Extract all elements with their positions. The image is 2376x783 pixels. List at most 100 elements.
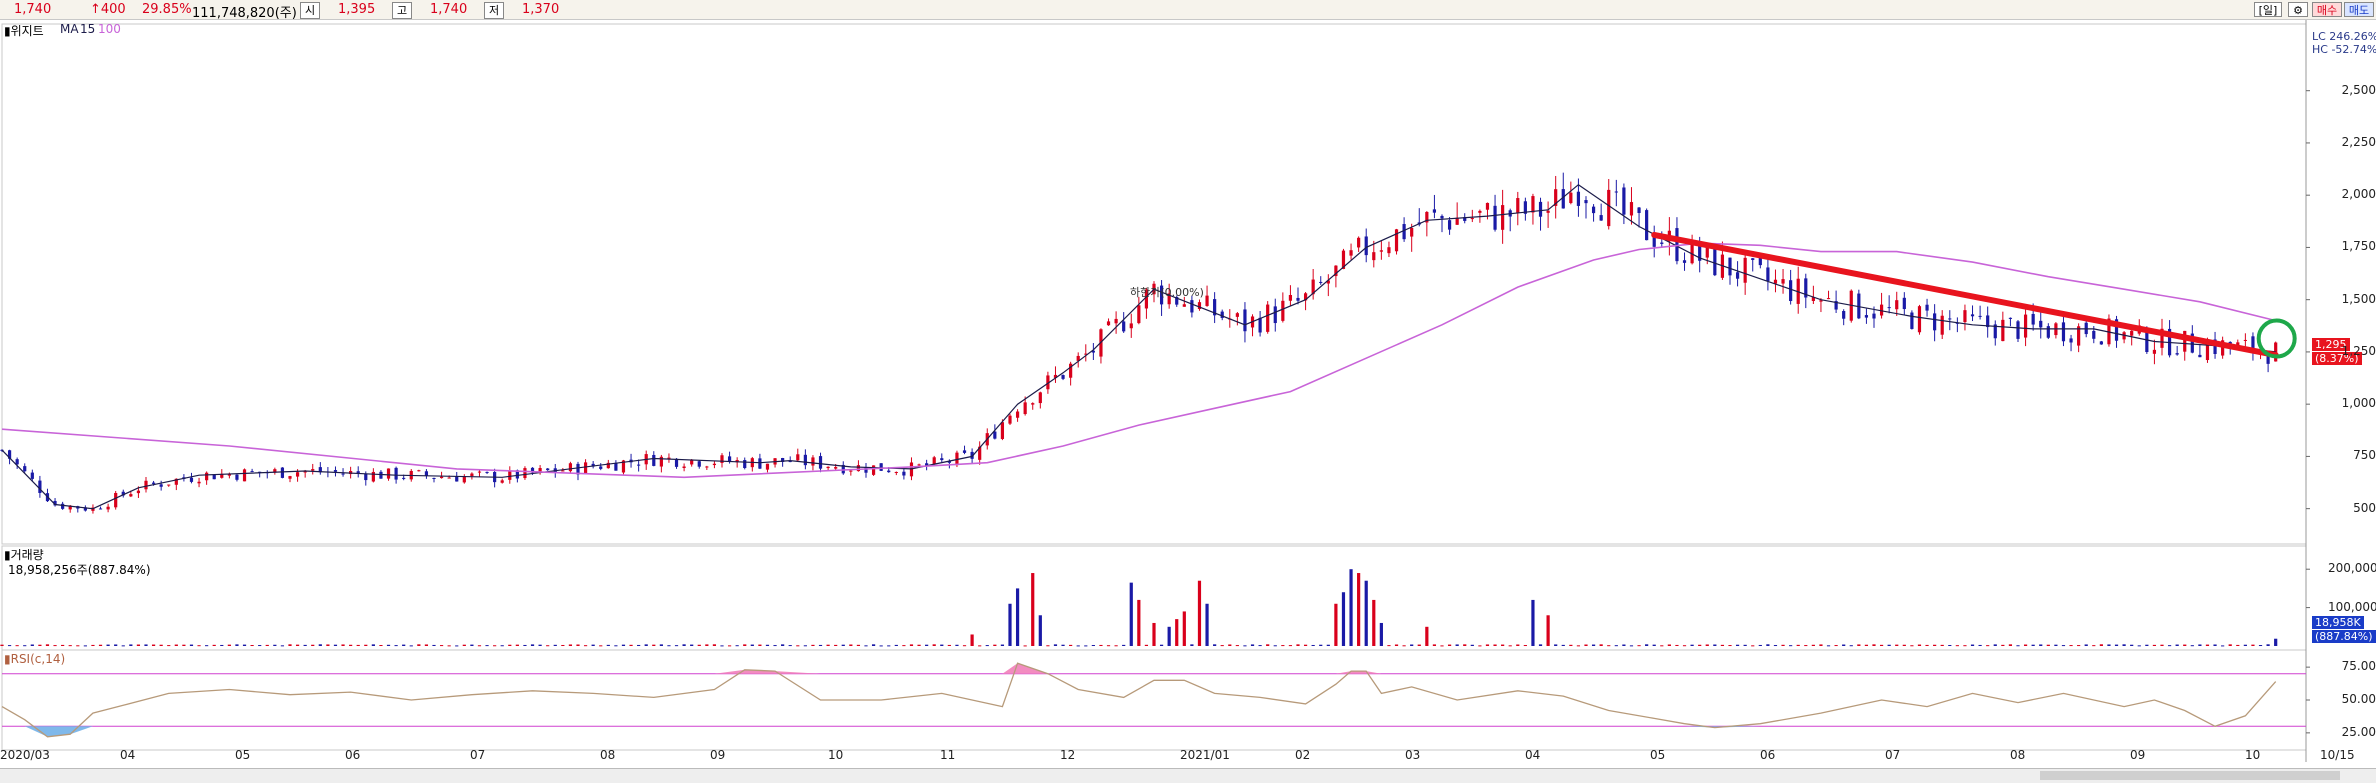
- candle-body: [758, 458, 762, 469]
- volume-bar: [341, 644, 345, 646]
- sell-button[interactable]: 매도: [2344, 2, 2374, 17]
- volume-bar: [674, 645, 679, 647]
- volume-bar: [30, 644, 34, 646]
- candle-body: [2039, 320, 2043, 328]
- candle-body: [1645, 210, 1649, 241]
- volume-bar: [1963, 645, 1967, 647]
- volume-bar: [796, 645, 800, 647]
- scrollbar-thumb[interactable]: [2040, 771, 2340, 780]
- volume-pct-badge: (887.84%): [2312, 630, 2376, 643]
- volume-bar: [1159, 644, 1164, 646]
- buy-button[interactable]: 매수: [2312, 2, 2342, 17]
- volume-bar: [1879, 644, 1884, 646]
- volume-bar: [7, 645, 12, 647]
- candle-body: [697, 461, 701, 467]
- volume-bar: [455, 645, 459, 647]
- volume-bar: [2137, 645, 2141, 647]
- settings-icon[interactable]: ⚙: [2288, 2, 2308, 17]
- x-axis-label: 03: [1405, 748, 1421, 762]
- price-chart-canvas[interactable]: [0, 20, 2376, 782]
- candle-body: [2266, 356, 2270, 364]
- volume-bar: [568, 644, 573, 646]
- volume-bar: [1137, 599, 1141, 646]
- volume-bar: [1038, 615, 1042, 646]
- volume-bar: [2167, 645, 2172, 647]
- volume-bar: [205, 645, 209, 647]
- candle-body: [993, 431, 997, 439]
- candle-body: [1826, 298, 1831, 300]
- candle-body: [803, 454, 807, 466]
- volume-bar: [273, 644, 277, 646]
- candle-body: [402, 477, 406, 479]
- volume-axis-label: 100,000K: [2328, 599, 2376, 614]
- candle-body: [2099, 341, 2103, 345]
- volume-bar: [932, 644, 936, 646]
- volume-bar: [1986, 645, 1990, 647]
- volume-bar: [371, 644, 375, 646]
- volume-bar: [1182, 611, 1186, 646]
- volume-bar: [1720, 644, 1725, 646]
- volume-bar: [705, 644, 709, 646]
- volume-bar: [1675, 644, 1679, 646]
- volume-bar: [2107, 644, 2111, 646]
- volume-bar: [2008, 644, 2013, 646]
- volume-bar: [235, 644, 239, 646]
- hc-label: HC -52.74%: [2312, 43, 2376, 56]
- open-label: 시: [300, 2, 320, 19]
- volume-bar: [1167, 626, 1171, 646]
- x-axis-label: 09: [710, 748, 726, 762]
- candle-body: [1288, 294, 1293, 301]
- volume-bar: [1713, 644, 1717, 646]
- volume-bar: [2031, 644, 2035, 646]
- volume-current-badge: 18,958K: [2312, 616, 2364, 629]
- volume-bar: [955, 644, 959, 646]
- candle-body: [1372, 252, 1376, 261]
- volume-bar: [2205, 644, 2210, 646]
- volume-bar: [1432, 644, 1437, 646]
- volume-bar: [2160, 644, 2164, 646]
- volume-bar: [439, 645, 444, 647]
- candle-body: [2001, 319, 2005, 342]
- x-axis-label: 04: [120, 748, 136, 762]
- period-selector[interactable]: [일]: [2254, 2, 2282, 17]
- volume-bar: [985, 645, 989, 647]
- volume-bar: [189, 644, 194, 646]
- volume-bar: [1546, 615, 1550, 646]
- volume-bar: [295, 644, 300, 646]
- volume-bar: [682, 644, 686, 646]
- candle-body: [1023, 402, 1027, 415]
- x-axis-label: 07: [1885, 748, 1901, 762]
- volume-bar: [515, 644, 519, 646]
- volume-bar: [1645, 644, 1649, 646]
- volume-bar: [652, 644, 656, 646]
- volume-bar: [1341, 592, 1346, 646]
- candle-body: [1038, 392, 1042, 404]
- candle-body: [2243, 339, 2247, 341]
- volume-bar: [424, 644, 429, 646]
- candle-body: [371, 471, 375, 482]
- candle-body: [2023, 314, 2028, 338]
- candle-body: [1917, 306, 1922, 333]
- volume-bar: [493, 645, 497, 647]
- candle-body: [500, 480, 504, 483]
- volume-bar: [637, 644, 641, 646]
- volume-bar: [629, 644, 633, 646]
- candle-body: [197, 481, 201, 484]
- candle-body: [2016, 321, 2020, 339]
- volume-bar: [197, 645, 201, 647]
- candle-body: [1599, 215, 1603, 221]
- volume-bar: [364, 644, 368, 646]
- candle-body: [1243, 309, 1247, 332]
- candle-body: [364, 473, 368, 481]
- volume-bar: [250, 645, 254, 647]
- candle-body: [508, 470, 512, 480]
- candle-body: [1516, 198, 1520, 213]
- candle-body: [682, 466, 686, 468]
- volume-bar: [2266, 644, 2270, 646]
- candle-body: [1622, 187, 1626, 215]
- volume-bar: [1326, 644, 1330, 646]
- chart-scrollbar[interactable]: [0, 768, 2376, 783]
- volume-bar: [1948, 644, 1952, 646]
- candle-body: [341, 473, 345, 475]
- volume-bar: [2001, 644, 2005, 646]
